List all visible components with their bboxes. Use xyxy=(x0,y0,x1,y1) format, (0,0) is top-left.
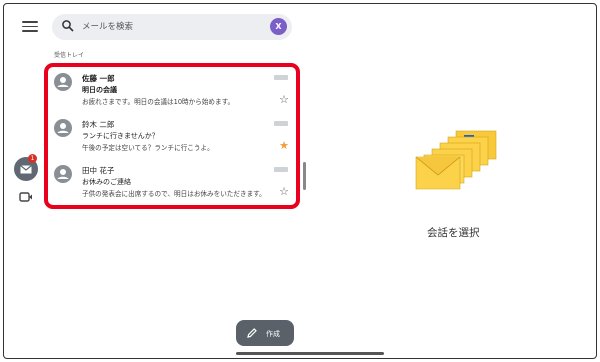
search-placeholder: メールを検索 xyxy=(82,22,134,32)
message-snippet: 午後の予定は空いてる？ランチに行こうよ。 xyxy=(82,144,214,152)
empty-state-text: 会話を選択 xyxy=(427,227,480,239)
gmail-screen: メールを検索 X 1 受信トレイ 佐藤 一郎 明日の会議 お疲れさまです。明日の… xyxy=(10,7,590,356)
sender-name: 田中 花子 xyxy=(82,166,115,175)
scrollbar[interactable] xyxy=(303,162,306,190)
message-date-redacted xyxy=(274,75,288,80)
message-snippet: 子供の発表会に出席するので、明日はお休みをいただきます。 xyxy=(82,190,266,198)
compose-label: 作成 xyxy=(266,330,280,338)
account-avatar[interactable]: X xyxy=(270,18,287,35)
message-date-redacted xyxy=(274,121,288,126)
message-snippet: お疲れさまです。明日の会議は10時から始めます。 xyxy=(82,98,235,106)
device-frame: メールを検索 X 1 受信トレイ 佐藤 一郎 明日の会議 お疲れさまです。明日の… xyxy=(3,3,597,359)
inbox-label: 受信トレイ xyxy=(54,52,85,59)
meet-icon[interactable] xyxy=(19,191,33,203)
message-row-1[interactable]: 佐藤 一郎 明日の会議 お疲れさまです。明日の会議は10時から始めます。 ☆ xyxy=(44,67,298,113)
message-date-redacted xyxy=(274,167,288,172)
message-subject: お休みのご連絡 xyxy=(82,178,131,186)
compose-button[interactable]: 作成 xyxy=(236,320,294,346)
gesture-home-bar[interactable] xyxy=(236,352,384,355)
message-list: 佐藤 一郎 明日の会議 お疲れさまです。明日の会議は10時から始めます。 ☆ 鈴… xyxy=(44,63,298,205)
mail-unread-badge: 1 xyxy=(28,154,37,163)
message-row-3[interactable]: 田中 花子 お休みのご連絡 子供の発表会に出席するので、明日はお休みをいただきま… xyxy=(44,159,298,205)
sender-name: 鈴木 二郎 xyxy=(82,120,115,129)
mail-icon xyxy=(20,164,32,173)
empty-mail-illustration xyxy=(415,130,497,190)
star-icon[interactable]: ☆ xyxy=(279,186,289,197)
sender-avatar xyxy=(54,73,72,91)
menu-button[interactable] xyxy=(22,21,38,33)
search-bar[interactable]: メールを検索 X xyxy=(52,14,292,40)
message-subject: 明日の会議 xyxy=(82,86,117,94)
message-row-2[interactable]: 鈴木 二郎 ランチに行きませんか？ 午後の予定は空いてる？ランチに行こうよ。 ★ xyxy=(44,113,298,159)
search-icon xyxy=(62,20,74,32)
sender-avatar xyxy=(54,119,72,137)
message-subject: ランチに行きませんか？ xyxy=(82,132,159,140)
pencil-icon xyxy=(247,328,257,338)
sender-avatar xyxy=(54,165,72,183)
star-icon[interactable]: ☆ xyxy=(279,94,289,105)
sender-name: 佐藤 一郎 xyxy=(82,74,115,83)
star-filled-icon[interactable]: ★ xyxy=(279,140,289,151)
